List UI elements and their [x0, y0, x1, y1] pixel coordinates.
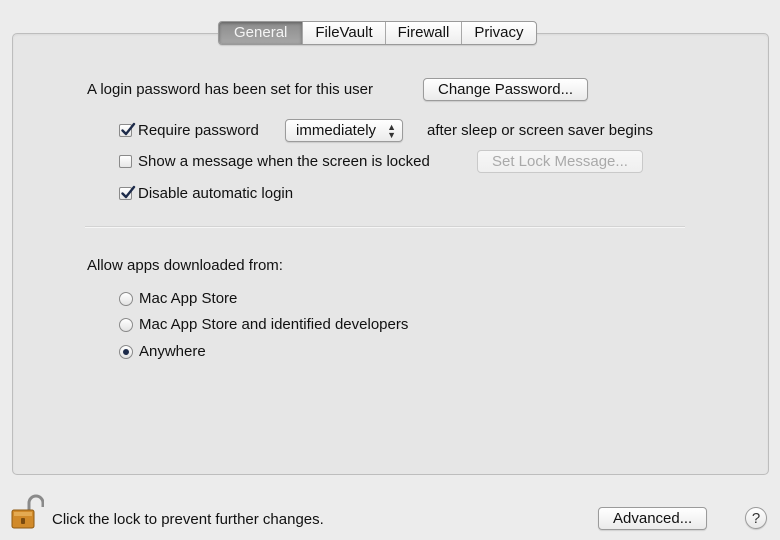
lock-instruction-text: Click the lock to prevent further change… [52, 511, 324, 528]
tab-general[interactable]: General [219, 22, 303, 44]
tab-firewall[interactable]: Firewall [384, 22, 462, 44]
disable-autologin-checkbox[interactable] [119, 185, 136, 200]
login-password-text: A login password has been set for this u… [87, 81, 373, 98]
checkmark-icon [121, 185, 136, 199]
require-password-label: Require password [138, 122, 259, 139]
anywhere-radio[interactable] [119, 344, 133, 359]
advanced-button[interactable]: Advanced... [598, 507, 708, 530]
identified-developers-radio[interactable] [119, 317, 133, 332]
tab-bar: General FileVault Firewall Privacy [218, 21, 537, 45]
radio-row-identified-developers: Mac App Store and identified developers [119, 316, 408, 333]
help-icon[interactable]: ? [745, 507, 767, 529]
up-down-arrows-icon: ▲ ▼ [387, 122, 397, 140]
identified-developers-label: Mac App Store and identified developers [139, 316, 409, 333]
anywhere-label: Anywhere [139, 343, 206, 360]
security-preferences-window: General FileVault Firewall Privacy A log… [0, 0, 780, 540]
set-lock-message-button[interactable]: Set Lock Message... [477, 150, 643, 173]
require-password-popup-value: immediately [296, 122, 377, 139]
mac-app-store-radio[interactable] [119, 291, 133, 306]
radio-row-anywhere: Anywhere [119, 343, 206, 360]
lock-open-icon[interactable] [10, 493, 45, 535]
show-message-label: Show a message when the screen is locked [138, 153, 430, 170]
change-password-button[interactable]: Change Password... [423, 78, 589, 101]
allow-apps-label: Allow apps downloaded from: [87, 257, 283, 274]
disable-autologin-label: Disable automatic login [138, 185, 294, 202]
require-password-suffix: after sleep or screen saver begins [427, 122, 653, 139]
require-password-row: Require password [119, 122, 259, 139]
content-panel [12, 33, 769, 475]
show-message-checkbox[interactable] [119, 155, 132, 168]
require-password-checkbox[interactable] [119, 122, 136, 137]
disable-autologin-row: Disable automatic login [119, 185, 293, 202]
tab-privacy[interactable]: Privacy [461, 22, 535, 44]
show-message-row: Show a message when the screen is locked [119, 153, 430, 170]
radio-row-mac-app-store: Mac App Store [119, 290, 237, 307]
checkmark-icon [121, 122, 136, 136]
tab-filevault[interactable]: FileVault [302, 22, 384, 44]
section-divider [85, 226, 685, 228]
mac-app-store-label: Mac App Store [139, 290, 238, 307]
require-password-popup[interactable]: immediately ▲ ▼ [285, 119, 404, 142]
